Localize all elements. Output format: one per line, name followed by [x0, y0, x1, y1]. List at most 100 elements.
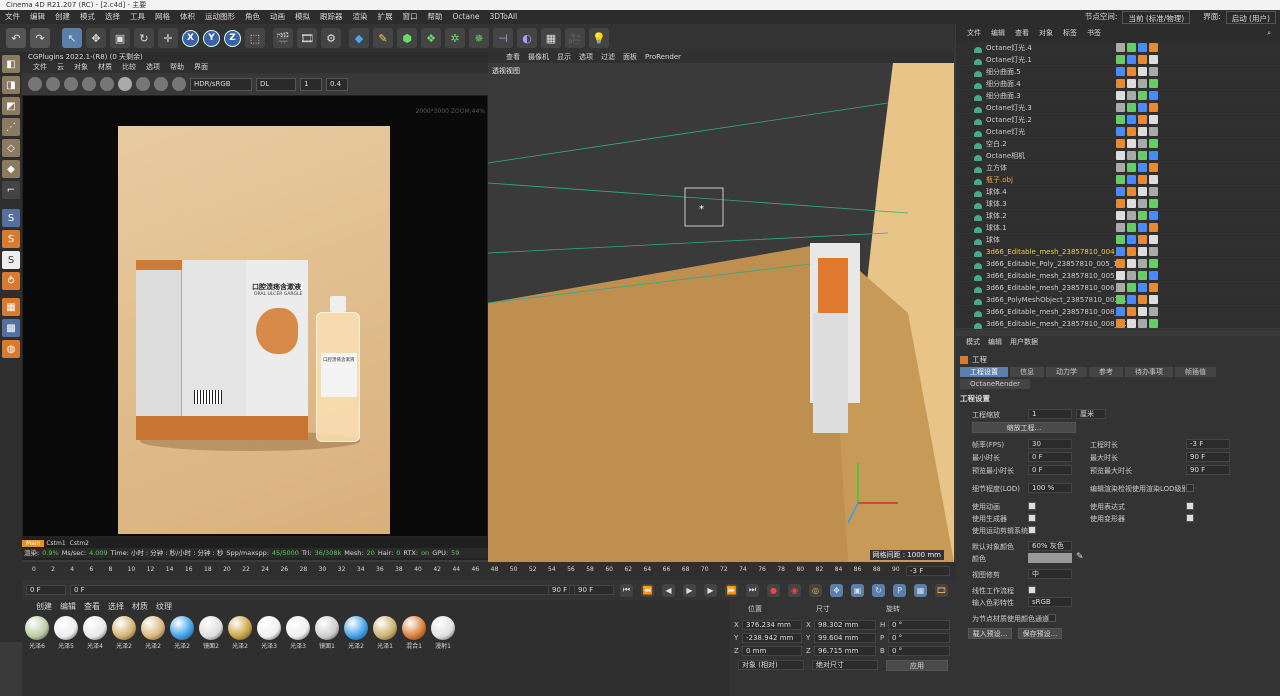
- object-row[interactable]: 细分曲面.5: [956, 66, 1280, 78]
- tag-icon[interactable]: [1127, 307, 1136, 316]
- pos-z-field[interactable]: 0 mm: [742, 646, 802, 656]
- rotate-icon[interactable]: ↻: [134, 28, 154, 48]
- tag-icon[interactable]: [1138, 175, 1147, 184]
- tag-icon[interactable]: [1138, 271, 1147, 280]
- autokey-icon[interactable]: ◉: [788, 583, 801, 597]
- tag-icon[interactable]: [1116, 235, 1125, 244]
- mat-menu-material[interactable]: 材质: [132, 601, 148, 612]
- pick-focus-icon[interactable]: [136, 77, 150, 91]
- record-icon[interactable]: ●: [767, 583, 780, 597]
- vp-menu-filter[interactable]: 过滤: [597, 52, 619, 63]
- light-icon[interactable]: 💡: [589, 28, 609, 48]
- vp-menu-panel[interactable]: 面板: [619, 52, 641, 63]
- stop-icon[interactable]: [64, 77, 78, 91]
- menu-file[interactable]: 文件: [0, 10, 25, 24]
- octane-value-2[interactable]: 0.4: [326, 77, 348, 91]
- pos-y-field[interactable]: -238.942 mm: [742, 633, 802, 643]
- tag-icon[interactable]: [1149, 235, 1158, 244]
- object-row[interactable]: 球体.4: [956, 186, 1280, 198]
- attr-menu-mode[interactable]: 模式: [962, 336, 984, 348]
- tag-icon[interactable]: [1149, 247, 1158, 256]
- apply-button[interactable]: 应用: [886, 660, 948, 671]
- render-settings-icon[interactable]: ⚙: [321, 28, 341, 48]
- tag-icon[interactable]: [1138, 199, 1147, 208]
- object-row[interactable]: Octane灯光.4: [956, 42, 1280, 54]
- tag-icon[interactable]: [1138, 43, 1147, 52]
- material-item[interactable]: 光泽4: [82, 614, 108, 650]
- model-mode-icon[interactable]: ◧: [2, 55, 20, 73]
- tag-icon[interactable]: [1138, 151, 1147, 160]
- tag-icon[interactable]: [1127, 103, 1136, 112]
- timeline-window-icon[interactable]: 🎞: [935, 583, 948, 597]
- menu-edit[interactable]: 编辑: [25, 10, 50, 24]
- coord-mode-select[interactable]: 对象 (相对): [738, 660, 804, 670]
- tag-icon[interactable]: [1138, 223, 1147, 232]
- tag-icon[interactable]: [1116, 295, 1125, 304]
- tag-icon[interactable]: [1149, 139, 1158, 148]
- z-axis-icon[interactable]: Z: [224, 29, 241, 47]
- menu-octane[interactable]: Octane: [448, 10, 485, 24]
- node-space-select[interactable]: 当前 (标准/物理): [1122, 10, 1191, 24]
- eyedropper-icon[interactable]: ✎: [1076, 552, 1084, 562]
- render-picture-viewer-icon[interactable]: 🎞: [297, 28, 317, 48]
- material-item[interactable]: 光泽3: [256, 614, 282, 650]
- tag-icon[interactable]: [1116, 79, 1125, 88]
- object-row[interactable]: Octane灯光.2: [956, 114, 1280, 126]
- octane-value-1[interactable]: 1: [300, 77, 322, 91]
- tag-icon[interactable]: [1149, 295, 1158, 304]
- mat-menu-texture[interactable]: 纹理: [156, 601, 172, 612]
- tab-reference[interactable]: 参考: [1089, 367, 1123, 377]
- lod-render-checkbox[interactable]: [1186, 484, 1194, 492]
- floor-icon[interactable]: ▦: [541, 28, 561, 48]
- kernel-select[interactable]: DL: [256, 77, 296, 91]
- tag-icon[interactable]: [1138, 127, 1147, 136]
- end-frame-field[interactable]: 90 F: [574, 585, 614, 595]
- tag-icon[interactable]: [1116, 259, 1125, 268]
- color-swatch[interactable]: [1028, 553, 1072, 563]
- go-end-icon[interactable]: ⏭: [746, 583, 759, 597]
- polygons-mode-icon[interactable]: ◆: [2, 160, 20, 178]
- prev-frame-icon[interactable]: ◀: [662, 583, 675, 597]
- tag-icon[interactable]: [1127, 223, 1136, 232]
- octane-menu-file[interactable]: 文件: [28, 62, 52, 73]
- object-row[interactable]: 3d66_Editable_mesh_23857810_006_1: [956, 282, 1280, 294]
- go-start-icon[interactable]: ⏮: [620, 583, 633, 597]
- default-color-select[interactable]: 60% 灰色: [1028, 541, 1072, 551]
- tag-icon[interactable]: [1116, 307, 1125, 316]
- node-color-checkbox[interactable]: [1048, 614, 1056, 622]
- tag-icon[interactable]: [1116, 67, 1125, 76]
- tag-icon[interactable]: [1116, 151, 1125, 160]
- tab-octanerender[interactable]: OctaneRender: [960, 379, 1031, 389]
- object-row[interactable]: 3d66_Editable_Poly_23857810_005_1: [956, 258, 1280, 270]
- tag-icon[interactable]: [1138, 259, 1147, 268]
- search-icon[interactable]: ⌕: [1262, 29, 1276, 38]
- object-row[interactable]: 细分曲面.3: [956, 90, 1280, 102]
- tag-icon[interactable]: [1149, 271, 1158, 280]
- tab-info[interactable]: 信息: [1010, 367, 1044, 377]
- menu-window[interactable]: 窗口: [398, 10, 423, 24]
- tag-icon[interactable]: [1116, 175, 1125, 184]
- octane-menu-objects[interactable]: 对象: [69, 62, 93, 73]
- tag-icon[interactable]: [1116, 247, 1125, 256]
- prev-key-icon[interactable]: ⏪: [641, 583, 654, 597]
- material-item[interactable]: 光泽6: [24, 614, 50, 650]
- tag-icon[interactable]: [1116, 199, 1125, 208]
- tag-icon[interactable]: [1138, 283, 1147, 292]
- scale-field[interactable]: 1: [1028, 409, 1072, 419]
- octane-menu-compare[interactable]: 比较: [117, 62, 141, 73]
- object-row[interactable]: 球体.1: [956, 222, 1280, 234]
- tag-icon[interactable]: [1138, 211, 1147, 220]
- render-view-icon[interactable]: 🎬: [273, 28, 293, 48]
- paint-icon[interactable]: ◍: [2, 340, 20, 358]
- tag-icon[interactable]: [1149, 223, 1158, 232]
- tag-icon[interactable]: [1127, 139, 1136, 148]
- x-axis-icon[interactable]: X: [182, 29, 199, 47]
- object-row[interactable]: 球体: [956, 234, 1280, 246]
- fps-field[interactable]: 30: [1028, 439, 1072, 449]
- attr-menu-userdata[interactable]: 用户数据: [1006, 336, 1042, 348]
- snap-icon[interactable]: S: [2, 209, 20, 227]
- next-frame-icon[interactable]: ▶: [704, 583, 717, 597]
- view-clip-select[interactable]: 中: [1028, 569, 1072, 579]
- tab-main[interactable]: Main: [22, 540, 45, 547]
- tag-icon[interactable]: [1127, 187, 1136, 196]
